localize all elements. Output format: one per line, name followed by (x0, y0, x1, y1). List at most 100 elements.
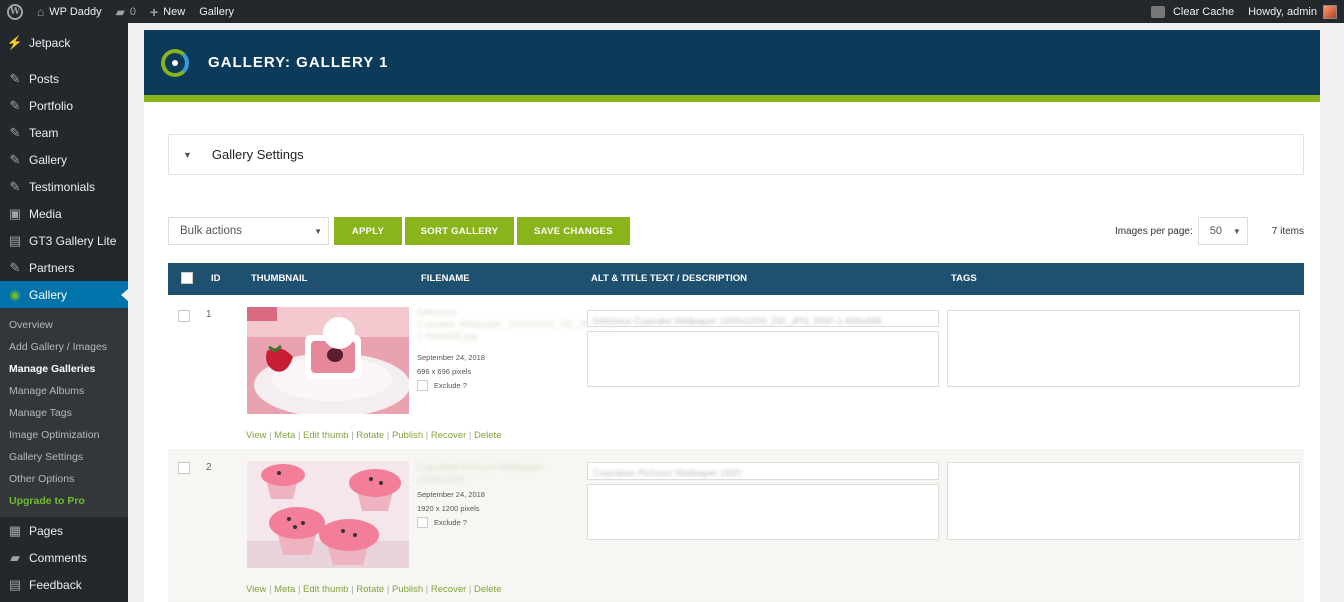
tags-textarea[interactable] (947, 462, 1300, 540)
sidebar-item-comments[interactable]: ▰ Comments (0, 544, 128, 571)
table-row: 2 Cupcakes-Pictures-Wallpaper-1920x1200 … (168, 450, 1304, 602)
save-changes-button[interactable]: SAVE CHANGES (517, 217, 630, 245)
sidebar-item-label: GT3 Gallery Lite (29, 233, 117, 248)
submenu-manage-tags[interactable]: Manage Tags (0, 402, 128, 424)
sidebar-item-partners[interactable]: ✎ Partners (0, 254, 128, 281)
delete-link[interactable]: Delete (474, 584, 501, 595)
image-date: September 24, 2018 (417, 490, 485, 499)
submenu-gallery-settings[interactable]: Gallery Settings (0, 446, 128, 468)
meta-link[interactable]: Meta (274, 584, 295, 595)
new-content-link[interactable]: + New (143, 0, 192, 23)
comment-bubble-icon: ▰ (115, 4, 125, 19)
sidebar-item-label: Comments (29, 550, 88, 565)
gallery-panel: GALLERY: GALLERY 1 ▼ Gallery Settings Bu… (144, 30, 1320, 602)
thumbnail-image[interactable] (247, 307, 409, 414)
plus-icon: + (149, 3, 159, 20)
recover-link[interactable]: Recover (431, 430, 466, 441)
gallery-submenu: Overview Add Gallery / Images Manage Gal… (0, 308, 128, 517)
account-menu[interactable]: Howdy, admin (1241, 0, 1344, 23)
row-checkbox[interactable] (178, 462, 190, 474)
sidebar-item-label: Partners (29, 260, 75, 275)
sidebar-item-gallery-posts[interactable]: ✎ Gallery (0, 146, 128, 173)
submenu-add-gallery[interactable]: Add Gallery / Images (0, 336, 128, 358)
row-checkbox[interactable] (178, 310, 190, 322)
rotate-link[interactable]: Rotate (356, 430, 384, 441)
avatar (1323, 4, 1337, 19)
sidebar-item-gallery[interactable]: ◉ Gallery (0, 281, 128, 308)
sidebar-item-pages[interactable]: ▦ Pages (0, 517, 128, 544)
sort-gallery-button[interactable]: SORT GALLERY (405, 217, 514, 245)
home-icon: ⌂ (37, 4, 45, 19)
submenu-manage-galleries[interactable]: Manage Galleries (0, 358, 128, 380)
recover-link[interactable]: Recover (431, 584, 466, 595)
triangle-down-icon: ▼ (183, 149, 192, 160)
filename-text[interactable]: Cupcakes-Pictures-Wallpaper-1920x1200 (417, 462, 577, 486)
exclude-checkbox[interactable] (417, 517, 428, 528)
submenu-manage-albums[interactable]: Manage Albums (0, 380, 128, 402)
pin-icon: ✎ (9, 151, 21, 167)
description-textarea[interactable] (587, 484, 939, 540)
items-count: 7 items (1271, 225, 1304, 237)
col-thumbnail: THUMBNAIL (251, 273, 308, 284)
col-filename: FILENAME (421, 273, 470, 284)
sidebar-item-testimonials[interactable]: ✎ Testimonials (0, 173, 128, 200)
sidebar-item-jetpack[interactable]: ⚡ Jetpack (0, 29, 128, 56)
submenu-overview[interactable]: Overview (0, 314, 128, 336)
submenu-upgrade-pro[interactable]: Upgrade to Pro (0, 490, 128, 512)
publish-link[interactable]: Publish (392, 584, 423, 595)
row-id: 2 (206, 462, 212, 473)
col-alt-title: ALT & TITLE TEXT / DESCRIPTION (591, 273, 748, 284)
col-tags: TAGS (951, 273, 977, 284)
table-row: 1 Delicious-Cupcake_Wallpaper_1920x1200_… (168, 295, 1304, 450)
exclude-toggle[interactable]: Exclude ? (417, 517, 467, 528)
bulk-actions-select[interactable]: Bulk actions ▼ (168, 217, 329, 245)
tags-textarea[interactable] (947, 310, 1300, 387)
alt-text-input[interactable]: Delicious Cupcake Wallpaper 1920x1200_DD… (587, 310, 939, 327)
comments-link[interactable]: ▰ 0 (109, 0, 143, 23)
alt-text-value: Delicious Cupcake Wallpaper 1920x1200_DD… (593, 316, 883, 327)
thumbnail-image[interactable] (247, 461, 409, 568)
view-link[interactable]: View (246, 430, 266, 441)
description-textarea[interactable] (587, 331, 939, 387)
clear-cache-label: Clear Cache (1172, 5, 1235, 18)
publish-link[interactable]: Publish (392, 430, 423, 441)
exclude-toggle[interactable]: Exclude ? (417, 380, 467, 391)
delete-link[interactable]: Delete (474, 430, 501, 441)
site-name-link[interactable]: ⌂ WP Daddy (30, 0, 109, 23)
wp-logo-menu[interactable]: W (0, 0, 30, 23)
sidebar-item-portfolio[interactable]: ✎ Portfolio (0, 92, 128, 119)
row-actions: View | Meta | Edit thumb | Rotate | Publ… (246, 430, 502, 441)
sidebar-item-label: Team (29, 125, 59, 140)
alt-text-input[interactable]: Cupcakes Pictures Wallpaper 1920 (587, 462, 939, 480)
submenu-other-options[interactable]: Other Options (0, 468, 128, 490)
select-all-checkbox[interactable] (181, 272, 193, 284)
gallery-settings-title: Gallery Settings (211, 147, 304, 162)
feedback-icon: ▤ (8, 576, 22, 592)
apply-button[interactable]: APPLY (334, 217, 402, 245)
table-header: ID THUMBNAIL FILENAME ALT & TITLE TEXT /… (168, 263, 1304, 295)
view-link[interactable]: View (246, 584, 266, 595)
sidebar-item-gt3-gallery[interactable]: ▤ GT3 Gallery Lite (0, 227, 128, 254)
submenu-image-optimization[interactable]: Image Optimization (0, 424, 128, 446)
edit-thumb-link[interactable]: Edit thumb (303, 430, 348, 441)
sidebar-item-posts[interactable]: ✎ Posts (0, 65, 128, 92)
row-id: 1 (206, 309, 212, 320)
exclude-checkbox[interactable] (417, 380, 428, 391)
sidebar-item-label: Media (29, 206, 62, 221)
edit-thumb-link[interactable]: Edit thumb (303, 584, 348, 595)
sidebar-item-team[interactable]: ✎ Team (0, 119, 128, 146)
clear-cache-link[interactable]: Clear Cache (1144, 0, 1241, 23)
alt-text-value: Cupcakes Pictures Wallpaper 1920 (593, 468, 742, 479)
sidebar-item-media[interactable]: ▣ Media (0, 200, 128, 227)
sidebar-item-label: Posts (29, 71, 60, 86)
images-per-page-select[interactable]: 50 ▼ (1197, 217, 1248, 245)
pin-icon: ✎ (9, 70, 21, 86)
jetpack-icon: ⚡ (6, 34, 24, 50)
rotate-link[interactable]: Rotate (356, 584, 384, 595)
sidebar-item-feedback[interactable]: ▤ Feedback (0, 571, 128, 598)
meta-link[interactable]: Meta (274, 430, 295, 441)
filename-text[interactable]: Delicious-Cupcake_Wallpaper_1920x1200_DD… (417, 307, 625, 343)
gallery-settings-toggle[interactable]: ▼ Gallery Settings (168, 134, 1304, 175)
sidebar-item-label: Gallery (29, 287, 68, 302)
gallery-link[interactable]: Gallery (192, 0, 241, 23)
